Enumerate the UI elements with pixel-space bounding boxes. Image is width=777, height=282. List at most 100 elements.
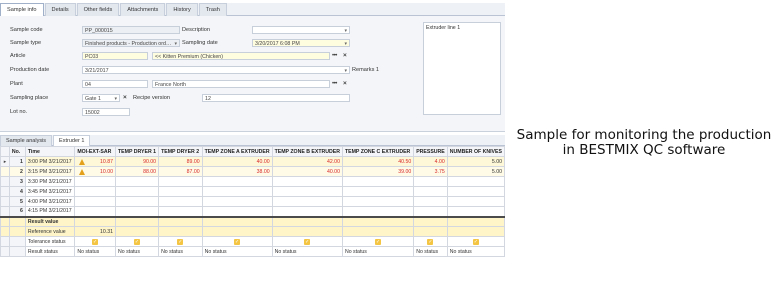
description-field[interactable]: ▾ xyxy=(252,26,350,34)
recipe-version-field[interactable]: 12 xyxy=(202,94,350,102)
tab-trash[interactable]: Trash xyxy=(198,3,227,16)
chevron-down-icon[interactable]: ▾ xyxy=(174,40,177,46)
remarks-label: Remarks 1 xyxy=(352,67,380,73)
temp-zone-c-cell[interactable]: 40.50 xyxy=(341,156,415,167)
sample-type-select[interactable]: Finished products - Production ord… ▾ xyxy=(82,39,180,47)
top-tab-bar: Sample info Details Other fields Attachm… xyxy=(0,3,505,16)
plant-name-field[interactable]: France North xyxy=(152,80,330,88)
temp-dryer-2-cell[interactable]: 89.00 xyxy=(158,156,203,167)
description-label: Description xyxy=(182,27,210,33)
ellipsis-icon[interactable]: ••• xyxy=(332,52,337,60)
production-date-label: Production date xyxy=(10,67,50,73)
plant-label: Plant xyxy=(10,81,23,87)
sampling-date-value: 3/20/2017 6:08 PM xyxy=(255,41,300,47)
sample-code-label: Sample code xyxy=(10,27,43,33)
column-header[interactable]: NUMBER OF KNIVES xyxy=(446,146,505,157)
table-row[interactable]: 6 4:15 PM 3/21/2017 xyxy=(0,206,505,217)
row-number: 1 xyxy=(8,156,26,167)
production-date-value: 3/21/2017 xyxy=(85,68,109,74)
ellipsis-icon[interactable]: ••• xyxy=(332,80,337,88)
close-icon[interactable]: × xyxy=(343,52,347,60)
column-header[interactable]: MOI-EXT-SAR xyxy=(74,146,116,157)
status-text: No status xyxy=(201,246,273,257)
caption-line-2: in BESTMIX QC software xyxy=(562,142,726,158)
temp-dryer-2-cell[interactable]: 87.00 xyxy=(158,166,203,177)
production-date-field[interactable]: 3/21/2017 ▾ xyxy=(82,66,350,74)
column-header[interactable]: TEMP DRYER 1 xyxy=(114,146,160,157)
tab-history[interactable]: History xyxy=(166,3,198,16)
temp-zone-c-cell[interactable]: 39.00 xyxy=(341,166,415,177)
tolerance-status-row: Tolerance status ✓ ✓ ✓ ✓ ✓ ✓ ✓ ✓ xyxy=(0,236,505,247)
time-cell[interactable]: 3:15 PM 3/21/2017 xyxy=(24,166,76,177)
temp-dryer-1-cell[interactable]: 90.00 xyxy=(114,156,160,167)
temp-zone-b-cell[interactable]: 40.00 xyxy=(271,166,343,177)
time-cell[interactable]: 4:00 PM 3/21/2017 xyxy=(24,196,76,207)
sample-type-value: Finished products - Production ord… xyxy=(85,41,172,47)
status-check-icon: ✓ xyxy=(234,238,241,245)
tab-attachments[interactable]: Attachments xyxy=(120,3,166,16)
table-row[interactable]: 5 4:00 PM 3/21/2017 xyxy=(0,196,505,207)
table-row[interactable]: 3 3:30 PM 3/21/2017 xyxy=(0,176,505,187)
reference-value-row: Reference value 10.31 xyxy=(0,226,505,237)
temp-dryer-1-cell[interactable]: 88.00 xyxy=(114,166,160,177)
chevron-down-icon[interactable]: ▾ xyxy=(344,27,347,33)
column-header[interactable]: TEMP ZONE A EXTRUDER xyxy=(201,146,273,157)
column-header[interactable]: PRESSURE xyxy=(413,146,448,157)
sampling-place-label: Sampling place xyxy=(10,95,49,101)
time-cell[interactable]: 3:30 PM 3/21/2017 xyxy=(24,176,76,187)
column-header[interactable]: Time xyxy=(24,146,76,157)
sampling-place-select[interactable]: Gate 1 ▾ xyxy=(82,94,120,102)
status-check-icon: ✓ xyxy=(427,238,434,245)
moi-value: 10.00 xyxy=(100,168,113,175)
article-label: Article xyxy=(10,53,26,59)
status-check-icon: ✓ xyxy=(134,238,141,245)
column-header[interactable]: TEMP ZONE C EXTRUDER xyxy=(341,146,415,157)
warning-icon xyxy=(79,168,86,175)
temp-zone-a-cell[interactable]: 40.00 xyxy=(201,156,273,167)
moi-cell[interactable]: 10.87 xyxy=(74,156,116,167)
column-header[interactable]: TEMP ZONE B EXTRUDER xyxy=(271,146,343,157)
table-row[interactable]: 4 3:45 PM 3/21/2017 xyxy=(0,186,505,197)
analysis-table: No. Time MOI-EXT-SAR TEMP DRYER 1 TEMP D… xyxy=(0,146,505,257)
close-icon[interactable]: × xyxy=(343,80,347,88)
column-header[interactable]: TEMP DRYER 2 xyxy=(158,146,203,157)
status-check-icon: ✓ xyxy=(177,238,184,245)
plant-code-field[interactable]: 04 xyxy=(82,80,148,88)
column-header[interactable]: No. xyxy=(8,146,26,157)
time-cell[interactable]: 3:45 PM 3/21/2017 xyxy=(24,186,76,197)
pressure-cell[interactable]: 4.00 xyxy=(413,156,448,167)
close-icon[interactable]: × xyxy=(123,94,127,102)
table-row[interactable]: 2 3:15 PM 3/21/2017 10.00 88.00 87.00 38… xyxy=(0,166,505,177)
status-check-icon: ✓ xyxy=(92,238,99,245)
temp-zone-b-cell[interactable]: 42.00 xyxy=(271,156,343,167)
tab-sample-analysis[interactable]: Sample analysis xyxy=(0,135,53,146)
article-name-field[interactable]: << Kitten Premium (Chicken) xyxy=(152,52,330,60)
reference-moi-value: 10.31 xyxy=(74,226,116,237)
moi-cell[interactable]: 10.00 xyxy=(74,166,116,177)
result-status-row: Result status No status No status No sta… xyxy=(0,246,505,257)
qc-app-window: Sample info Details Other fields Attachm… xyxy=(0,0,505,282)
caption-line-1: Sample for monitoring the production xyxy=(516,127,772,143)
chevron-down-icon[interactable]: ▾ xyxy=(344,67,347,73)
row-number: 4 xyxy=(8,186,26,197)
row-number: 6 xyxy=(8,206,26,217)
chevron-down-icon[interactable]: ▾ xyxy=(114,95,117,101)
sampling-date-field[interactable]: 3/20/2017 6:08 PM ▾ xyxy=(252,39,350,47)
knives-cell[interactable]: 5.00 xyxy=(446,156,505,167)
tab-details[interactable]: Details xyxy=(44,3,76,16)
tab-sample-info[interactable]: Sample info xyxy=(0,3,44,16)
tab-other-fields[interactable]: Other fields xyxy=(76,3,120,16)
status-text: No status xyxy=(74,246,116,257)
remarks-field[interactable]: Extruder line 1 xyxy=(423,22,501,115)
pressure-cell[interactable]: 3.75 xyxy=(413,166,448,177)
temp-zone-a-cell[interactable]: 38.00 xyxy=(201,166,273,177)
knives-cell[interactable]: 5.00 xyxy=(446,166,505,177)
article-code-field[interactable]: PC03 xyxy=(82,52,148,60)
chevron-down-icon[interactable]: ▾ xyxy=(344,40,347,46)
time-cell[interactable]: 4:15 PM 3/21/2017 xyxy=(24,206,76,217)
lot-no-field[interactable]: 15002 xyxy=(82,108,130,116)
time-cell[interactable]: 3:00 PM 3/21/2017 xyxy=(24,156,76,167)
table-row[interactable]: ▸ 1 3:00 PM 3/21/2017 10.87 90.00 89.00 … xyxy=(0,156,505,167)
tab-extruder-1[interactable]: Extruder 1 xyxy=(53,135,91,146)
status-text: No status xyxy=(341,246,415,257)
